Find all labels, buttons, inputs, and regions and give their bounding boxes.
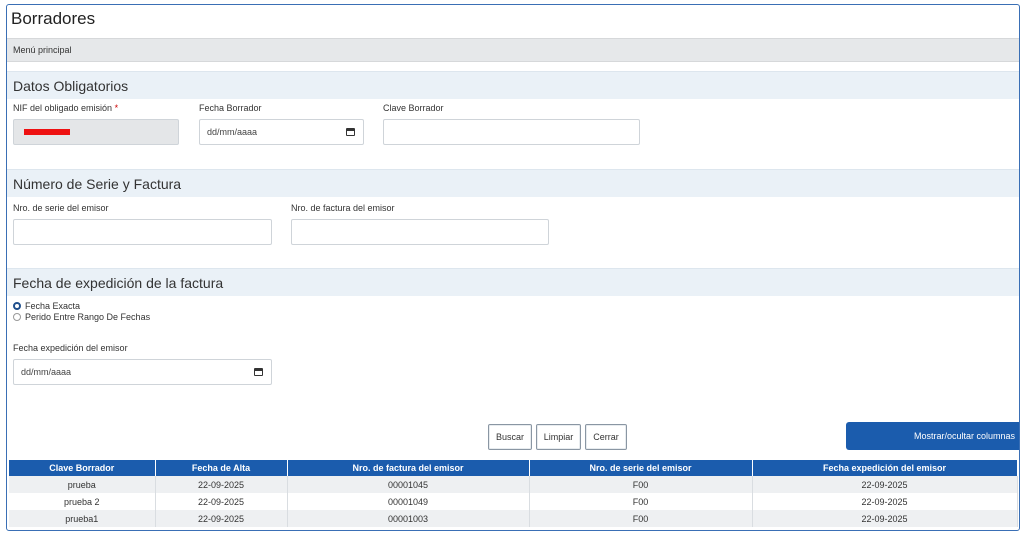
fecha-expedicion-label: Fecha expedición del emisor [13,343,128,353]
table-cell: 22-09-2025 [752,510,1018,527]
nif-field [13,119,179,145]
clave-borrador-input[interactable] [383,119,640,145]
clave-borrador-label: Clave Borrador [383,103,444,113]
nif-label: NIF del obligado emisión * [13,103,118,113]
radio-rango-fechas[interactable]: Perido Entre Rango De Fechas [13,312,150,322]
table-cell: prueba1 [9,510,156,527]
cerrar-button[interactable]: Cerrar [585,424,627,450]
column-header[interactable]: Fecha de Alta [155,460,288,476]
section-serie-factura: Número de Serie y Factura [7,169,1019,197]
section-title: Número de Serie y Factura [13,176,182,192]
radio-fecha-exacta[interactable]: Fecha Exacta [13,301,80,311]
nro-factura-label: Nro. de factura del emisor [291,203,395,213]
table-header-row: Clave Borrador Fecha de Alta Nro. de fac… [9,460,1018,476]
fecha-borrador-label: Fecha Borrador [199,103,262,113]
nro-factura-input[interactable] [291,219,549,245]
table-cell: F00 [529,510,753,527]
column-header[interactable]: Clave Borrador [9,460,156,476]
table-cell: 22-09-2025 [155,493,288,510]
table-cell: 22-09-2025 [155,510,288,527]
table-cell: prueba 2 [9,493,156,510]
column-header[interactable]: Nro. de factura del emisor [287,460,530,476]
nro-serie-input[interactable] [13,219,272,245]
nif-label-text: NIF del obligado emisión [13,103,113,113]
table-cell: 22-09-2025 [752,493,1018,510]
app-window: Borradores Menú principal Datos Obligato… [6,4,1020,531]
table-row[interactable]: prueba1 22-09-2025 00001003 F00 22-09-20… [9,510,1018,527]
table-cell: 22-09-2025 [155,476,288,493]
table-cell: prueba [9,476,156,493]
table-cell: 22-09-2025 [752,476,1018,493]
fecha-expedicion-value: dd/mm/aaaa [21,367,72,377]
table-cell: 00001049 [287,493,530,510]
table-row[interactable]: prueba 2 22-09-2025 00001049 F00 22-09-2… [9,493,1018,510]
redacted-value [24,129,70,135]
table-cell: 00001045 [287,476,530,493]
table-cell: 00001003 [287,510,530,527]
limpiar-button[interactable]: Limpiar [536,424,581,450]
section-title: Datos Obligatorios [13,78,129,94]
section-datos-obligatorios: Datos Obligatorios [7,71,1019,99]
radio-label: Fecha Exacta [25,301,81,311]
nro-serie-label: Nro. de serie del emisor [13,203,109,213]
breadcrumb-main-menu-link[interactable]: Menú principal [13,45,72,55]
radio-checked-icon[interactable] [13,302,21,310]
calendar-icon[interactable] [254,368,263,376]
results-table: Clave Borrador Fecha de Alta Nro. de fac… [9,460,1018,527]
radio-unchecked-icon[interactable] [13,313,21,321]
table-cell: F00 [529,476,753,493]
section-title: Fecha de expedición de la factura [13,275,224,291]
table-row[interactable]: prueba 22-09-2025 00001045 F00 22-09-202… [9,476,1018,493]
table-cell: F00 [529,493,753,510]
buscar-button[interactable]: Buscar [488,424,532,450]
fecha-borrador-value: dd/mm/aaaa [207,127,258,137]
toggle-columns-button[interactable]: Mostrar/ocultar columnas [846,422,1019,450]
radio-label: Perido Entre Rango De Fechas [25,312,151,322]
fecha-expedicion-input[interactable]: dd/mm/aaaa [13,359,272,385]
column-header[interactable]: Fecha expedición del emisor [752,460,1018,476]
column-header[interactable]: Nro. de serie del emisor [529,460,753,476]
breadcrumb: Menú principal [7,38,1019,62]
page-title: Borradores [11,9,96,28]
required-mark: * [114,103,119,113]
calendar-icon[interactable] [346,128,355,136]
section-fecha-expedicion: Fecha de expedición de la factura [7,268,1019,296]
fecha-borrador-input[interactable]: dd/mm/aaaa [199,119,364,145]
